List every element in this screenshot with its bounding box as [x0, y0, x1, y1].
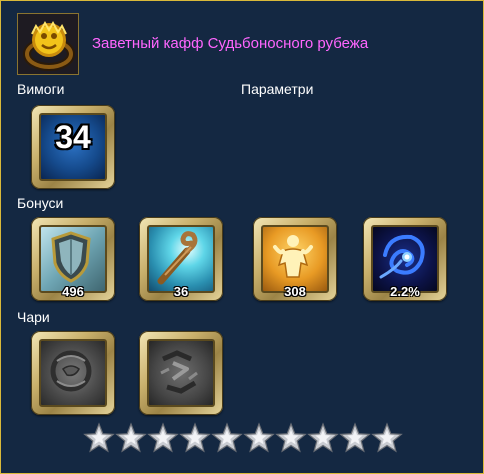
runed-stone-charm-icon [147, 339, 215, 407]
charm-slot-2[interactable] [139, 331, 223, 415]
silver-star-icon [179, 422, 211, 453]
bonus-slot-critical[interactable]: 2.2% [363, 217, 447, 301]
requirement-slot-level[interactable]: 34 [31, 105, 115, 189]
silver-star-icon [307, 422, 339, 453]
silver-star-icon [339, 422, 371, 453]
silver-star-icon [147, 422, 179, 453]
silver-star-icon [211, 422, 243, 453]
bonus-value-magic: 36 [173, 284, 189, 299]
bonus-slot-magic[interactable]: 36 [139, 217, 223, 301]
item-name: Заветный кафф Судьбоносного рубежа [92, 35, 369, 52]
item-tooltip-panel: Заветный кафф Судьбоносного рубежа Вимог… [0, 0, 484, 474]
silver-star-icon [243, 422, 275, 453]
charm-slot-1[interactable] [31, 331, 115, 415]
bonuses-label: Бонуси [17, 195, 64, 211]
bonus-value-stamina: 308 [284, 284, 306, 299]
shield-icon [39, 225, 107, 293]
blue-swirl-icon [371, 225, 439, 293]
golden-figure-icon [261, 225, 329, 293]
bonus-value-defense: 496 [62, 284, 84, 299]
required-level-value: 34 [55, 119, 91, 155]
silver-star-icon [371, 422, 403, 453]
bonus-value-critical: 2.2% [390, 284, 420, 299]
bonus-slot-stamina[interactable]: 308 [253, 217, 337, 301]
silver-star-icon [83, 422, 115, 453]
golden-lion-ring-icon[interactable] [17, 13, 79, 75]
bonus-slot-defense[interactable]: 496 [31, 217, 115, 301]
parameters-label: Параметри [241, 81, 314, 97]
enhancement-stars [83, 421, 403, 455]
silver-star-icon [275, 422, 307, 453]
silver-star-icon [115, 422, 147, 453]
requirements-label: Вимоги [17, 81, 65, 97]
empty-stone-charm-icon [39, 339, 107, 407]
magic-staff-icon [147, 225, 215, 293]
charms-label: Чари [17, 309, 50, 325]
